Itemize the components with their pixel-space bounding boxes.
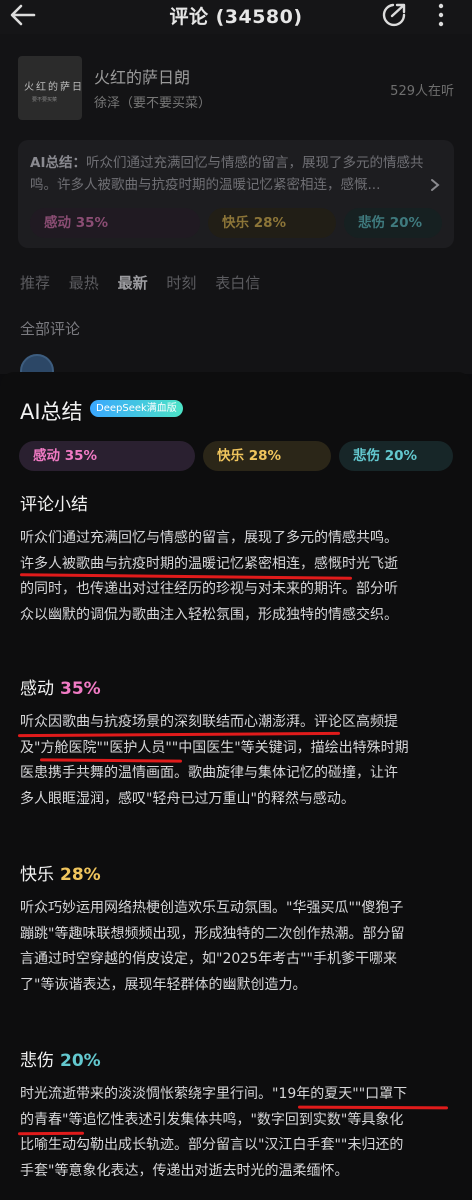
emotion-pill-moved[interactable]: 感动 35%: [19, 441, 195, 471]
comment-tabs: 推荐 最热 最新 时刻 表白信: [20, 272, 274, 293]
song-title: 火红的萨日朗: [94, 68, 191, 87]
tab-recommended[interactable]: 推荐: [20, 274, 50, 292]
happy-heading: 快乐 28%: [20, 860, 101, 885]
share-icon[interactable]: [380, 2, 408, 28]
preview-pill-sad: 悲伤 20%: [344, 208, 442, 238]
moved-line: 多人眼眶湿润，感叹"轻舟已过万重山"的释然与感动。: [20, 790, 355, 807]
summary-line: 众以幽默的调侃为歌曲注入轻松氛围，形成独特的情感交织。: [20, 606, 398, 623]
preview-pill-moved: 感动 35%: [30, 208, 200, 238]
red-underline-annotation: [17, 1131, 85, 1136]
song-card[interactable]: 火红的萨日朗 要不要买菜 火红的萨日朗 徐泽（要不要买菜） 529人在听: [18, 56, 454, 122]
emotion-pill-happy[interactable]: 快乐 28%: [203, 441, 331, 471]
happy-line: 言通过时空穿越的俏皮设定，如"2025年考古""手机爹干哪来: [20, 951, 397, 967]
chevron-right-icon[interactable]: [430, 178, 440, 192]
happy-line: 听众巧妙运用网络热梗创造欢乐互动氛围。"华强买瓜""傻狍子: [20, 900, 404, 916]
all-comments-heading: 全部评论: [20, 320, 81, 338]
ai-summary-preview-body: 听众们通过充满回忆与情感的留言，展现了多元的情感共鸣。许多人被歌曲与抗疫时期的温…: [30, 155, 424, 193]
more-options-icon[interactable]: [436, 2, 446, 30]
preview-pill-happy: 快乐 28%: [208, 208, 336, 238]
happy-line: 了"等诙谐表达，展现年轻群体的幽默创造力。: [20, 976, 307, 993]
cover-title: 火红的萨日朗: [24, 82, 82, 93]
emotion-pill-sad[interactable]: 悲伤 20%: [339, 441, 453, 471]
ai-summary-preview[interactable]: AI总结：听众们通过充满回忆与情感的留言，展现了多元的情感共鸣。许多人被歌曲与抗…: [18, 140, 454, 248]
sad-line: 比喻生动勾勒出成长轨迹。部分留言以"汉江白手套""未归还的: [20, 1137, 404, 1153]
happy-heading-label: 快乐: [20, 865, 54, 885]
song-artist: 徐泽（要不要买菜）: [94, 96, 212, 111]
tab-love-letter[interactable]: 表白信: [215, 274, 260, 292]
sheet-title: AI总结: [20, 400, 83, 424]
sad-line: 的青春"等追忆性表述引发集体共鸣，"数字回到实数"等具象化: [20, 1111, 404, 1128]
summary-heading: 评论小结: [20, 495, 88, 515]
sad-heading: 悲伤 20%: [20, 1046, 101, 1071]
sad-heading-percent: 20%: [60, 1051, 101, 1071]
tab-latest[interactable]: 最新: [118, 274, 148, 292]
tab-hottest[interactable]: 最热: [69, 274, 99, 292]
happy-paragraph: 听众巧妙运用网络热梗创造欢乐互动氛围。"华强买瓜""傻狍子 蹦跳"等趣味联想频频…: [20, 896, 456, 998]
summary-line: 的同时，也传递出对过往经历的珍视与对未来的期许。部分听: [20, 581, 398, 597]
sad-line: 手套"等意象化表达，传递出对逝去时光的温柔缅怀。: [20, 1162, 349, 1179]
ai-summary-preview-text: AI总结：听众们通过充满回忆与情感的留言，展现了多元的情感共鸣。许多人被歌曲与抗…: [30, 152, 430, 196]
online-listeners: 529人在听: [390, 84, 454, 99]
tab-moments[interactable]: 时刻: [166, 274, 196, 292]
cover-subtitle: 要不要买菜: [32, 97, 58, 103]
moved-line: 医患携手共舞的温情画面。歌曲旋律与集体记忆的碰撞，让许: [20, 765, 398, 781]
sad-line: 时光流逝带来的淡淡惆怅萦绕字里行间。"19年的夏天""口罩下: [20, 1086, 408, 1102]
summary-line: 听众们通过充满回忆与情感的留言，展现了多元的情感共鸣。: [20, 530, 398, 546]
album-cover: 火红的萨日朗 要不要买菜: [18, 56, 82, 120]
moved-line: 及"方舱医院""医护人员""中国医生"等关键词，描绘出特殊时期: [20, 739, 409, 756]
happy-heading-percent: 28%: [60, 865, 101, 885]
deepseek-badge: DeepSeek满血版: [90, 400, 183, 417]
moved-heading: 感动 35%: [20, 674, 101, 699]
moved-heading-label: 感动: [20, 679, 54, 699]
ai-summary-preview-label: AI总结：: [30, 155, 86, 171]
top-bar: 评论 (34580): [0, 0, 472, 34]
moved-heading-percent: 35%: [60, 679, 101, 699]
sad-heading-label: 悲伤: [20, 1051, 54, 1071]
sad-paragraph: 时光流逝带来的淡淡惆怅萦绕字里行间。"19年的夏天""口罩下 的青春"等追忆性表…: [20, 1082, 456, 1184]
ai-summary-sheet: AI总结 DeepSeek满血版 感动 35% 快乐 28% 悲伤 20% 评论…: [0, 372, 472, 1200]
happy-line: 蹦跳"等趣味联想频频出现，形成独特的二次创作热潮。部分留: [20, 925, 405, 942]
